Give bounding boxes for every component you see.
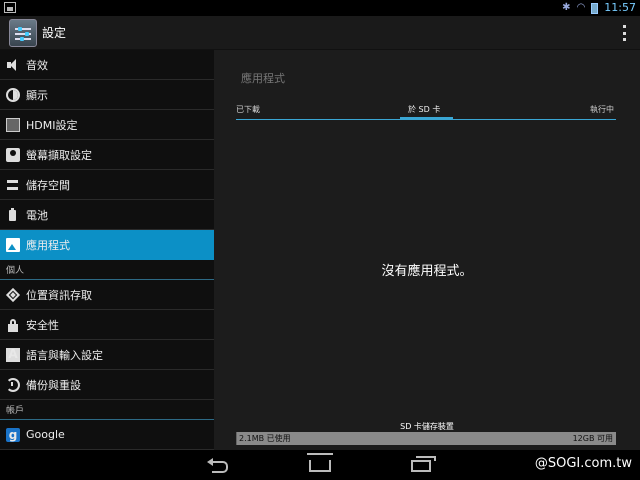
- sidebar-item-apps[interactable]: 應用程式: [0, 230, 214, 260]
- active-tab-indicator: [400, 117, 453, 120]
- sidebar-item-screenshot[interactable]: 螢幕擷取設定: [0, 140, 214, 170]
- sidebar-item-label: 應用程式: [26, 238, 70, 252]
- sidebar-item-backup[interactable]: 備份與重設: [0, 370, 214, 400]
- empty-list-message: 沒有應用程式。: [381, 264, 473, 279]
- apps-pane: 應用程式 已下載 於 SD 卡 執行中 沒有應用程式。 SD 卡儲存裝置 2.1…: [214, 50, 640, 450]
- sidebar-item-language[interactable]: A 語言與輸入設定: [0, 340, 214, 370]
- language-icon: A: [6, 347, 20, 362]
- action-bar: 設定: [0, 16, 640, 50]
- wifi-icon: ◠: [576, 2, 586, 13]
- sidebar-item-google[interactable]: g Google: [0, 420, 214, 450]
- speaker-icon: [6, 58, 20, 72]
- pane-title: 應用程式: [241, 72, 285, 85]
- sidebar-item-label: 位置資訊存取: [26, 288, 92, 302]
- sidebar-item-label: Google: [26, 428, 65, 441]
- sidebar-item-location[interactable]: 位置資訊存取: [0, 280, 214, 310]
- sidebar-item-label: 儲存空間: [26, 178, 70, 192]
- storage-usage-bar: 2.1MB 已使用 12GB 可用: [236, 432, 616, 445]
- gallery-notification-icon: [4, 2, 16, 13]
- sidebar-item-label: 音效: [26, 58, 48, 72]
- battery-icon: [591, 2, 599, 14]
- status-icons: ✱ ◠ 11:57: [562, 0, 636, 16]
- backup-icon: [6, 377, 20, 392]
- sidebar-item-label: 顯示: [26, 88, 48, 102]
- watermark: @SOGI.com.tw: [534, 456, 632, 471]
- sidebar-item-label: 語言與輸入設定: [26, 348, 103, 362]
- storage-used-text: 2.1MB 已使用: [239, 434, 291, 443]
- brightness-icon: [6, 87, 20, 102]
- back-icon[interactable]: [207, 458, 229, 473]
- sidebar-item-hdmi[interactable]: HDMI設定: [0, 110, 214, 140]
- settings-list: 音效 顯示 HDMI設定 螢幕擷取設定 儲存空間 電池 應用程式 個人 位置資訊…: [0, 50, 214, 450]
- status-bar: ✱ ◠ 11:57: [0, 0, 640, 16]
- tab-strip: 已下載 於 SD 卡 執行中: [236, 102, 616, 120]
- navigation-bar: @SOGI.com.tw: [0, 450, 640, 480]
- storage-label: SD 卡儲存裝置: [400, 422, 454, 431]
- clock: 11:57: [604, 1, 636, 14]
- section-header-personal: 個人: [0, 260, 214, 280]
- tab-sd-card[interactable]: 於 SD 卡: [408, 104, 440, 115]
- hdmi-icon: [6, 117, 20, 132]
- camera-icon: [6, 147, 20, 162]
- sidebar-item-label: 備份與重設: [26, 378, 81, 392]
- apps-icon: [6, 237, 20, 252]
- sidebar-item-security[interactable]: 安全性: [0, 310, 214, 340]
- page-title: 設定: [42, 26, 67, 40]
- storage-used-fill: [236, 432, 238, 445]
- storage-free-text: 12GB 可用: [572, 434, 613, 443]
- recent-apps-icon[interactable]: [411, 456, 436, 472]
- section-header-accounts: 帳戶: [0, 400, 214, 420]
- overflow-menu-icon[interactable]: [620, 25, 628, 41]
- sidebar-item-storage[interactable]: 儲存空間: [0, 170, 214, 200]
- sidebar-item-battery[interactable]: 電池: [0, 200, 214, 230]
- sidebar-item-label: HDMI設定: [26, 118, 78, 132]
- sidebar-item-sound[interactable]: 音效: [0, 50, 214, 80]
- google-icon: g: [6, 427, 20, 442]
- settings-app-icon[interactable]: [9, 19, 37, 47]
- lock-icon: [6, 318, 20, 332]
- sidebar-item-label: 螢幕擷取設定: [26, 148, 92, 162]
- tab-downloaded[interactable]: 已下載: [236, 104, 260, 115]
- sidebar-item-label: 電池: [26, 208, 48, 222]
- battery-icon: [6, 207, 20, 222]
- location-icon: [6, 288, 20, 302]
- sidebar-item-label: 安全性: [26, 318, 59, 332]
- home-icon[interactable]: [307, 453, 333, 472]
- sidebar-item-display[interactable]: 顯示: [0, 80, 214, 110]
- storage-icon: [6, 178, 20, 192]
- bluetooth-icon: ✱: [562, 2, 571, 13]
- tab-running[interactable]: 執行中: [590, 104, 614, 115]
